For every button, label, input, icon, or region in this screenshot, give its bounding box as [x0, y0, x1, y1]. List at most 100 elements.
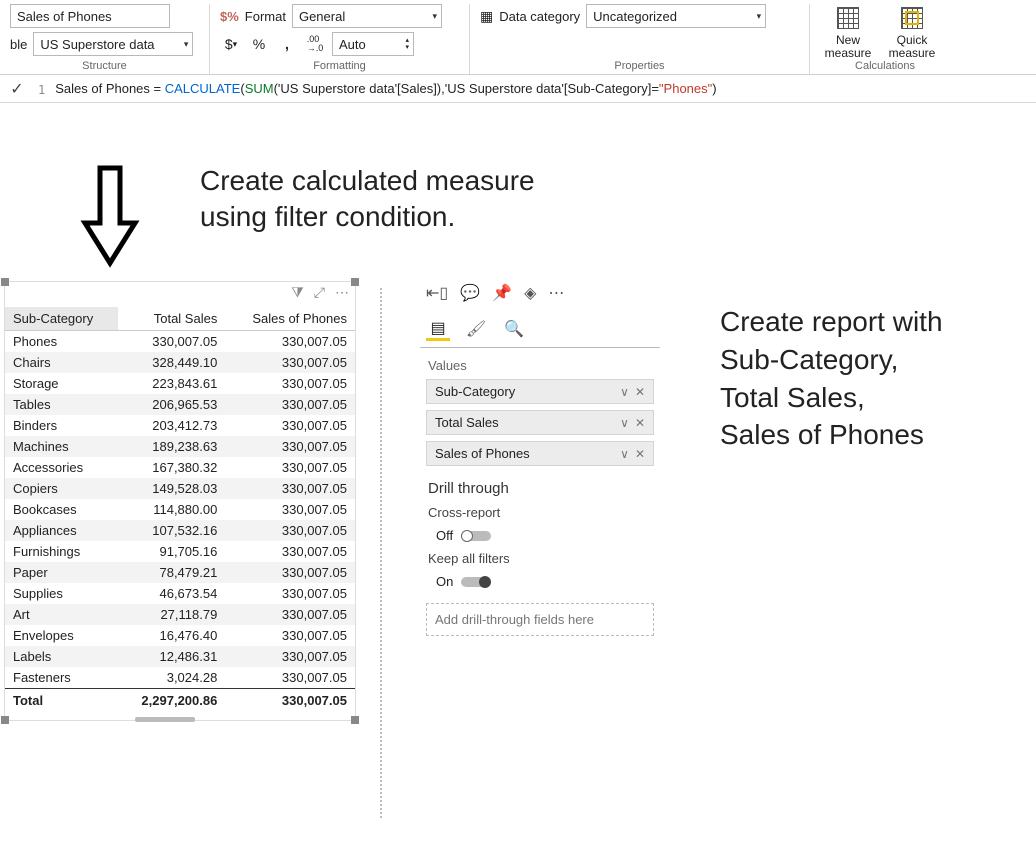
percent-button[interactable]: %	[248, 33, 270, 55]
decimal-places-input[interactable]: Auto ▴▾	[332, 32, 414, 56]
cell-category: Labels	[5, 646, 118, 667]
cell-value: 330,007.05	[118, 331, 226, 353]
currency-button[interactable]: $▾	[220, 33, 242, 55]
chat-icon[interactable]: 💬	[460, 283, 480, 303]
cell-value: 330,007.05	[225, 604, 355, 625]
table-row[interactable]: Tables206,965.53330,007.05	[5, 394, 355, 415]
table-row[interactable]: Machines189,238.63330,007.05	[5, 436, 355, 457]
field-well-item[interactable]: Sub-Category∨✕	[426, 379, 654, 404]
cell-value: 330,007.05	[225, 478, 355, 499]
cell-value: 330,007.05	[225, 352, 355, 373]
table-row[interactable]: Supplies46,673.54330,007.05	[5, 583, 355, 604]
field-well-item[interactable]: Total Sales∨✕	[426, 410, 654, 435]
cell-category: Chairs	[5, 352, 118, 373]
ribbon: Sales of Phones ble US Superstore data ▾…	[0, 0, 1036, 75]
formula-bar[interactable]: ✓ 1 Sales of Phones = CALCULATE(SUM('US …	[0, 75, 1036, 103]
resize-handle[interactable]	[1, 716, 9, 724]
remove-field-icon[interactable]: ✕	[635, 416, 645, 430]
quick-measure-label: Quick measure	[884, 34, 940, 60]
resize-handle[interactable]	[351, 278, 359, 286]
table-row[interactable]: Storage223,843.61330,007.05	[5, 373, 355, 394]
pin-icon[interactable]: 📌	[492, 283, 512, 303]
table-row[interactable]: Fasteners3,024.28330,007.05	[5, 667, 355, 689]
home-table-select[interactable]: US Superstore data ▾	[33, 32, 193, 56]
remove-field-icon[interactable]: ✕	[635, 385, 645, 399]
decimals-button[interactable]: .00→.0	[304, 33, 326, 55]
filter-icon[interactable]: ⧩	[291, 284, 304, 301]
calculator-quick-icon	[901, 7, 923, 29]
focus-mode-icon[interactable]: ⤢	[314, 284, 325, 301]
format-label: Format	[245, 9, 286, 24]
toggle-off-label: Off	[436, 528, 453, 543]
visualizations-pane: ⇤▯ 💬 📌 ◈ ⋯ ▤ 🖌 🔍 Values Sub-Category∨✕To…	[420, 281, 660, 646]
table-row[interactable]: Art27,118.79330,007.05	[5, 604, 355, 625]
format-tab[interactable]: 🖌	[464, 317, 488, 341]
group-label-calculations: Calculations	[820, 60, 950, 74]
table-row[interactable]: Furnishings91,705.16330,007.05	[5, 541, 355, 562]
table-visual[interactable]: ⧩ ⤢ ⋯ Sub-CategoryTotal SalesSales of Ph…	[4, 281, 356, 721]
keep-filters-toggle[interactable]: On	[420, 570, 660, 593]
quick-measure-button[interactable]: Quick measure	[884, 4, 940, 60]
data-category-select[interactable]: Uncategorized ▾	[586, 4, 766, 28]
cell-category: Fasteners	[5, 667, 118, 689]
column-header[interactable]: Total Sales	[118, 307, 226, 331]
cell-value: 3,024.28	[118, 667, 226, 689]
column-header[interactable]: Sub-Category	[5, 307, 118, 331]
table-row[interactable]: Chairs328,449.10330,007.05	[5, 352, 355, 373]
cell-category: Envelopes	[5, 625, 118, 646]
cross-report-toggle[interactable]: Off	[420, 524, 660, 547]
calculator-icon	[837, 7, 859, 29]
cell-value: 328,449.10	[118, 352, 226, 373]
format-select[interactable]: General ▾	[292, 4, 442, 28]
cell-value: 330,007.05	[225, 499, 355, 520]
resize-handle[interactable]	[1, 278, 9, 286]
remove-field-icon[interactable]: ✕	[635, 447, 645, 461]
table-row[interactable]: Envelopes16,476.40330,007.05	[5, 625, 355, 646]
fields-tab[interactable]: ▤	[426, 317, 450, 341]
cell-category: Machines	[5, 436, 118, 457]
formula-text[interactable]: Sales of Phones = CALCULATE(SUM('US Supe…	[55, 81, 716, 97]
more-options-icon[interactable]: ⋯	[335, 284, 349, 301]
chevron-down-icon[interactable]: ∨	[620, 447, 629, 461]
cell-value: 330,007.05	[225, 625, 355, 646]
commit-check-icon[interactable]: ✓	[6, 79, 28, 99]
field-well-item[interactable]: Sales of Phones∨✕	[426, 441, 654, 466]
table-row[interactable]: Labels12,486.31330,007.05	[5, 646, 355, 667]
drill-through-header: Drill through	[420, 466, 660, 501]
more-icon[interactable]: ⋯	[548, 283, 564, 303]
cell-value: 330,007.05	[225, 562, 355, 583]
table-row[interactable]: Bookcases114,880.00330,007.05	[5, 499, 355, 520]
chevron-down-icon[interactable]: ∨	[620, 416, 629, 430]
cell-category: Appliances	[5, 520, 118, 541]
table-row[interactable]: Copiers149,528.03330,007.05	[5, 478, 355, 499]
measure-name-input[interactable]: Sales of Phones	[10, 4, 170, 28]
diamond-icon[interactable]: ◈	[524, 283, 536, 303]
cell-value: 149,528.03	[118, 478, 226, 499]
cell-category: Copiers	[5, 478, 118, 499]
resize-handle[interactable]	[351, 716, 359, 724]
cell-category: Bookcases	[5, 499, 118, 520]
table-row[interactable]: Phones330,007.05330,007.05	[5, 331, 355, 353]
cell-value: 330,007.05	[225, 415, 355, 436]
cell-category: Supplies	[5, 583, 118, 604]
cell-value: 330,007.05	[225, 520, 355, 541]
chevron-down-icon[interactable]: ∨	[620, 385, 629, 399]
column-header[interactable]: Sales of Phones	[225, 307, 355, 331]
format-prefix-icon: $%	[220, 9, 239, 24]
new-measure-button[interactable]: New measure	[820, 4, 876, 60]
annotation-left: Create calculated measure using filter c…	[200, 163, 535, 236]
table-row[interactable]: Paper78,479.21330,007.05	[5, 562, 355, 583]
toggle-on-label: On	[436, 574, 453, 589]
table-row[interactable]: Accessories167,380.32330,007.05	[5, 457, 355, 478]
cell-category: Accessories	[5, 457, 118, 478]
drill-through-dropzone[interactable]: Add drill-through fields here	[426, 603, 654, 636]
data-category-icon: ▦	[480, 8, 493, 25]
analytics-tab[interactable]: 🔍	[502, 317, 526, 341]
horizontal-scrollbar[interactable]	[135, 717, 195, 722]
drill-up-icon[interactable]: ⇤▯	[426, 283, 448, 303]
data-category-label: Data category	[499, 9, 580, 24]
table-row[interactable]: Appliances107,532.16330,007.05	[5, 520, 355, 541]
table-row[interactable]: Binders203,412.73330,007.05	[5, 415, 355, 436]
thousands-sep-button[interactable]: ,	[276, 33, 298, 55]
group-label-formatting: Formatting	[220, 60, 459, 74]
